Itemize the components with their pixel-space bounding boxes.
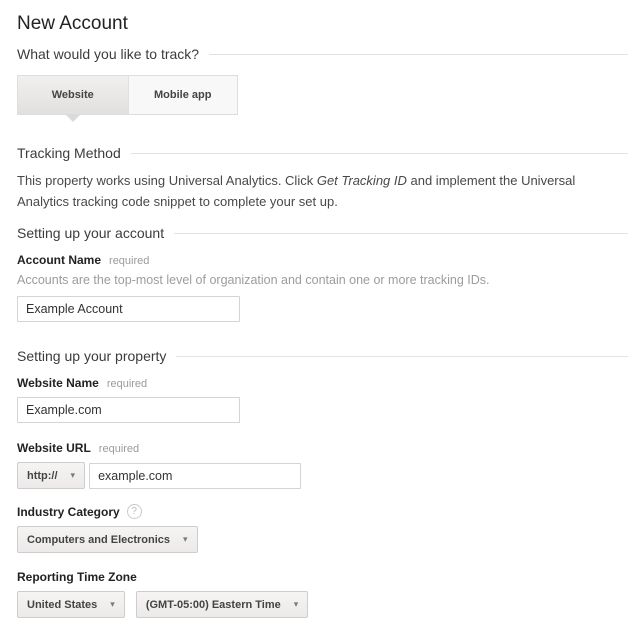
website-name-label: Website Name [17, 376, 99, 390]
tracking-method-label: Tracking Method [17, 145, 121, 161]
time-zone-select[interactable]: (GMT-05:00) Eastern Time ▾ [136, 591, 308, 618]
caret-down-icon: ▾ [71, 471, 76, 480]
website-name-input[interactable] [17, 397, 240, 423]
website-url-input[interactable] [89, 463, 301, 489]
account-name-input[interactable] [17, 296, 240, 322]
active-tab-pointer-icon [65, 114, 81, 122]
website-name-label-row: Website Name required [17, 376, 628, 390]
time-zone-value: (GMT-05:00) Eastern Time [146, 599, 281, 611]
tracking-method-header: Tracking Method [17, 145, 628, 161]
time-zone-label: Reporting Time Zone [17, 570, 137, 584]
account-name-required-badge: required [109, 255, 149, 267]
caret-down-icon: ▾ [183, 535, 188, 544]
time-zone-label-row: Reporting Time Zone [17, 570, 628, 584]
website-url-row: http:// ▾ [17, 462, 628, 489]
tab-mobile-app-label: Mobile app [154, 89, 211, 101]
website-url-required-badge: required [99, 443, 139, 455]
tracking-description-prefix: This property works using Universal Anal… [17, 173, 317, 188]
track-question-header: What would you like to track? [17, 46, 628, 62]
tab-mobile-app[interactable]: Mobile app [128, 76, 238, 114]
tab-website[interactable]: Website [18, 76, 128, 114]
account-section-header: Setting up your account [17, 225, 628, 241]
page-title: New Account [17, 12, 628, 35]
industry-category-row: Computers and Electronics ▾ [17, 526, 628, 553]
spacer [17, 115, 628, 124]
industry-category-label: Industry Category [17, 505, 120, 519]
account-name-helper-text: Accounts are the top-most level of organ… [17, 272, 628, 288]
tab-website-label: Website [52, 89, 94, 101]
country-select[interactable]: United States ▾ [17, 591, 125, 618]
website-name-required-badge: required [107, 378, 147, 390]
caret-down-icon: ▾ [110, 600, 115, 609]
divider-line [176, 356, 628, 357]
industry-category-select[interactable]: Computers and Electronics ▾ [17, 526, 198, 553]
tracking-description-emphasis: Get Tracking ID [317, 173, 407, 188]
divider-line [174, 233, 628, 234]
tracking-method-description: This property works using Universal Anal… [17, 170, 628, 212]
country-value: United States [27, 599, 97, 611]
account-name-label-row: Account Name required [17, 253, 628, 267]
time-zone-row: United States ▾ (GMT-05:00) Eastern Time… [17, 591, 628, 618]
website-url-label: Website URL [17, 441, 91, 455]
help-icon[interactable]: ? [127, 504, 142, 519]
url-protocol-value: http:// [27, 470, 58, 482]
new-account-page: New Account What would you like to track… [0, 0, 640, 567]
website-url-label-row: Website URL required [17, 441, 628, 455]
url-protocol-select[interactable]: http:// ▾ [17, 462, 85, 489]
property-section-label: Setting up your property [17, 348, 166, 364]
divider-line [209, 54, 628, 55]
industry-category-value: Computers and Electronics [27, 534, 170, 546]
track-question-label: What would you like to track? [17, 46, 199, 62]
account-name-label: Account Name [17, 253, 101, 267]
industry-category-label-row: Industry Category ? [17, 504, 628, 519]
property-section-header: Setting up your property [17, 348, 628, 364]
caret-down-icon: ▾ [294, 600, 299, 609]
account-section-label: Setting up your account [17, 225, 164, 241]
divider-line [131, 153, 628, 154]
track-type-tabs: Website Mobile app [17, 75, 238, 115]
